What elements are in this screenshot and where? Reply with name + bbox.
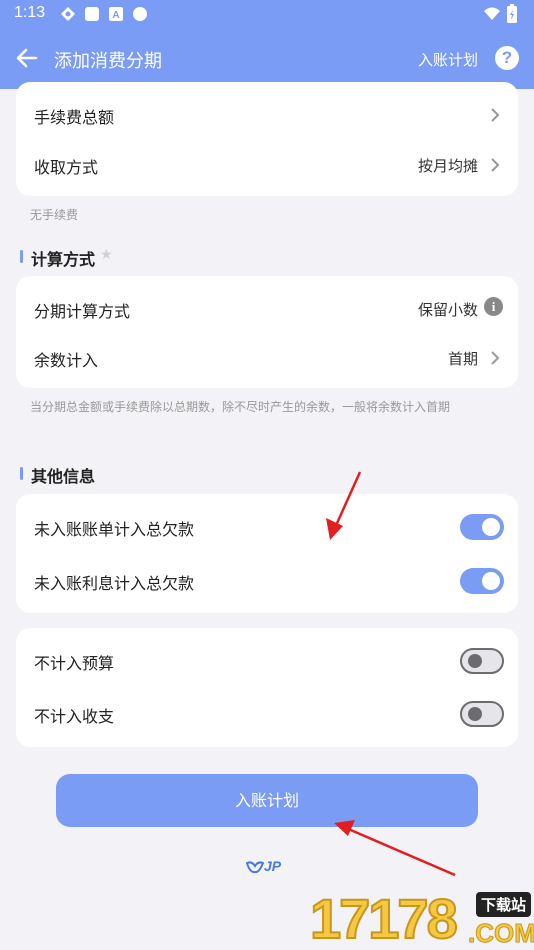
charge-method-label: 收取方式 bbox=[34, 158, 99, 177]
exclude-budget-toggle[interactable] bbox=[460, 648, 504, 674]
wifi-icon bbox=[484, 7, 500, 20]
other-card: 未入账账单计入总欠款 未入账利息计入总欠款 bbox=[16, 494, 518, 613]
unbilled-interest-toggle[interactable] bbox=[460, 568, 504, 594]
app-notification-icon bbox=[85, 7, 99, 21]
site-watermark: 17178 下载站 .COM bbox=[309, 887, 534, 950]
entry-plan-button[interactable]: 入账计划 bbox=[56, 774, 478, 827]
entry-plan-link[interactable]: 入账计划 bbox=[418, 49, 478, 70]
app-logo: JP bbox=[245, 858, 282, 874]
toggle-row: 未入账利息计入总欠款 bbox=[16, 556, 518, 606]
unbilled-bill-toggle[interactable] bbox=[460, 514, 504, 540]
toggle-knob bbox=[482, 572, 500, 590]
unbilled-interest-label: 未入账利息计入总欠款 bbox=[34, 574, 195, 593]
calc-note: 当分期总金额或手续费除以总期数，除不尽时产生的余数，一般将余数计入首期 bbox=[30, 400, 451, 414]
page-title: 添加消费分期 bbox=[54, 51, 162, 72]
bird-logo-icon bbox=[245, 861, 265, 874]
back-arrow-icon[interactable] bbox=[14, 45, 40, 71]
chevron-right-icon bbox=[491, 108, 500, 122]
status-time: 1:13 bbox=[14, 4, 46, 21]
remainder-label: 余数计入 bbox=[34, 351, 99, 370]
svg-text:A: A bbox=[112, 10, 119, 21]
exclude-income-toggle[interactable] bbox=[460, 701, 504, 727]
toggle-knob bbox=[482, 518, 500, 536]
remainder-row[interactable]: 余数计入 首期 bbox=[16, 333, 518, 383]
calc-method-label: 分期计算方式 bbox=[34, 302, 131, 321]
vpn-icon bbox=[61, 7, 75, 21]
fee-card: 手续费总额 收取方式 按月均摊 bbox=[16, 82, 518, 196]
section-marker bbox=[20, 467, 23, 480]
fee-total-label: 手续费总额 bbox=[34, 108, 115, 127]
watermark-download-label: 下载站 bbox=[476, 892, 532, 917]
help-icon[interactable]: ? bbox=[495, 46, 519, 70]
exclude-income-label: 不计入收支 bbox=[34, 707, 115, 726]
calc-card: 分期计算方式 保留小数 i 余数计入 首期 bbox=[16, 276, 518, 388]
logo-text: JP bbox=[264, 858, 282, 874]
annotation-arrow-button bbox=[334, 820, 456, 877]
watermark-domain: .COM bbox=[468, 918, 534, 949]
dot-notification-icon bbox=[133, 7, 147, 21]
toggle-knob bbox=[468, 707, 482, 721]
watermark-number: 17178 bbox=[309, 887, 459, 950]
remainder-value: 首期 bbox=[447, 350, 478, 368]
star-icon[interactable]: ★ bbox=[100, 247, 113, 263]
status-bar: 1:13 A bbox=[0, 0, 534, 28]
font-notification-icon: A bbox=[109, 7, 123, 21]
battery-icon bbox=[507, 4, 517, 23]
budget-card: 不计入预算 不计入收支 bbox=[16, 628, 518, 747]
fee-note: 无手续费 bbox=[30, 208, 79, 222]
toggle-knob bbox=[468, 654, 482, 668]
toggle-row: 不计入收支 bbox=[16, 689, 518, 739]
other-section-title: 其他信息 bbox=[31, 467, 96, 486]
calc-method-row[interactable]: 分期计算方式 保留小数 i bbox=[16, 284, 518, 334]
toggle-row: 未入账账单计入总欠款 bbox=[16, 502, 518, 552]
info-icon[interactable]: i bbox=[484, 297, 503, 316]
calc-method-value: 保留小数 bbox=[417, 301, 478, 319]
app-bar: 添加消费分期 入账计划 ? bbox=[0, 28, 534, 89]
charge-method-row[interactable]: 收取方式 按月均摊 bbox=[16, 140, 518, 190]
toggle-row: 不计入预算 bbox=[16, 636, 518, 686]
chevron-right-icon bbox=[491, 158, 500, 172]
unbilled-bill-label: 未入账账单计入总欠款 bbox=[34, 520, 195, 539]
chevron-right-icon bbox=[491, 351, 500, 365]
fee-total-row[interactable]: 手续费总额 bbox=[16, 90, 518, 140]
section-marker bbox=[20, 250, 23, 263]
exclude-budget-label: 不计入预算 bbox=[34, 654, 115, 673]
calc-section-title: 计算方式 bbox=[31, 250, 96, 269]
charge-method-value: 按月均摊 bbox=[417, 157, 478, 175]
